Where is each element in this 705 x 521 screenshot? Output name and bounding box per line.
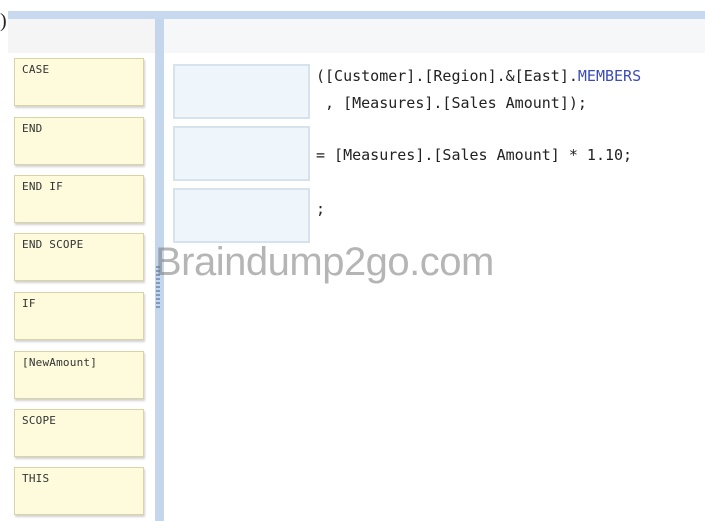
token-if[interactable]: IF <box>14 292 144 340</box>
code-line-2: , [Measures].[Sales Amount]); <box>316 94 587 112</box>
token-label: SCOPE <box>22 414 57 427</box>
answer-panel-header <box>164 19 705 53</box>
token-label: END SCOPE <box>22 238 84 251</box>
token-label: CASE <box>22 63 50 76</box>
code-line-3: = [Measures].[Sales Amount] * 1.10; <box>316 146 633 164</box>
top-bar <box>8 11 705 19</box>
token-label: [NewAmount] <box>22 356 98 369</box>
token-label: IF <box>22 297 36 310</box>
drop-target-2[interactable] <box>173 126 310 181</box>
token-newamount[interactable]: [NewAmount] <box>14 351 144 399</box>
corner-fragment: ) <box>0 10 7 32</box>
code-line-4: ; <box>316 200 326 218</box>
code-keyword: MEMBERS <box>577 67 642 85</box>
token-label: THIS <box>22 472 50 485</box>
drop-target-3[interactable] <box>173 188 310 243</box>
token-label: END <box>22 122 43 135</box>
token-scope[interactable]: SCOPE <box>14 409 144 457</box>
drop-target-1[interactable] <box>173 64 310 119</box>
code-line-1: ([Customer].[Region].&[East].MEMBERS <box>316 67 641 85</box>
token-end[interactable]: END <box>14 117 144 165</box>
token-end-if[interactable]: END IF <box>14 175 144 223</box>
code-text: ([Customer].[Region].&[East]. <box>316 67 578 85</box>
token-panel-header <box>8 19 156 53</box>
token-end-scope[interactable]: END SCOPE <box>14 233 144 281</box>
token-label: END IF <box>22 180 63 193</box>
watermark: Braindump2go.com <box>155 240 494 284</box>
token-case[interactable]: CASE <box>14 58 144 106</box>
token-this[interactable]: THIS <box>14 467 144 515</box>
